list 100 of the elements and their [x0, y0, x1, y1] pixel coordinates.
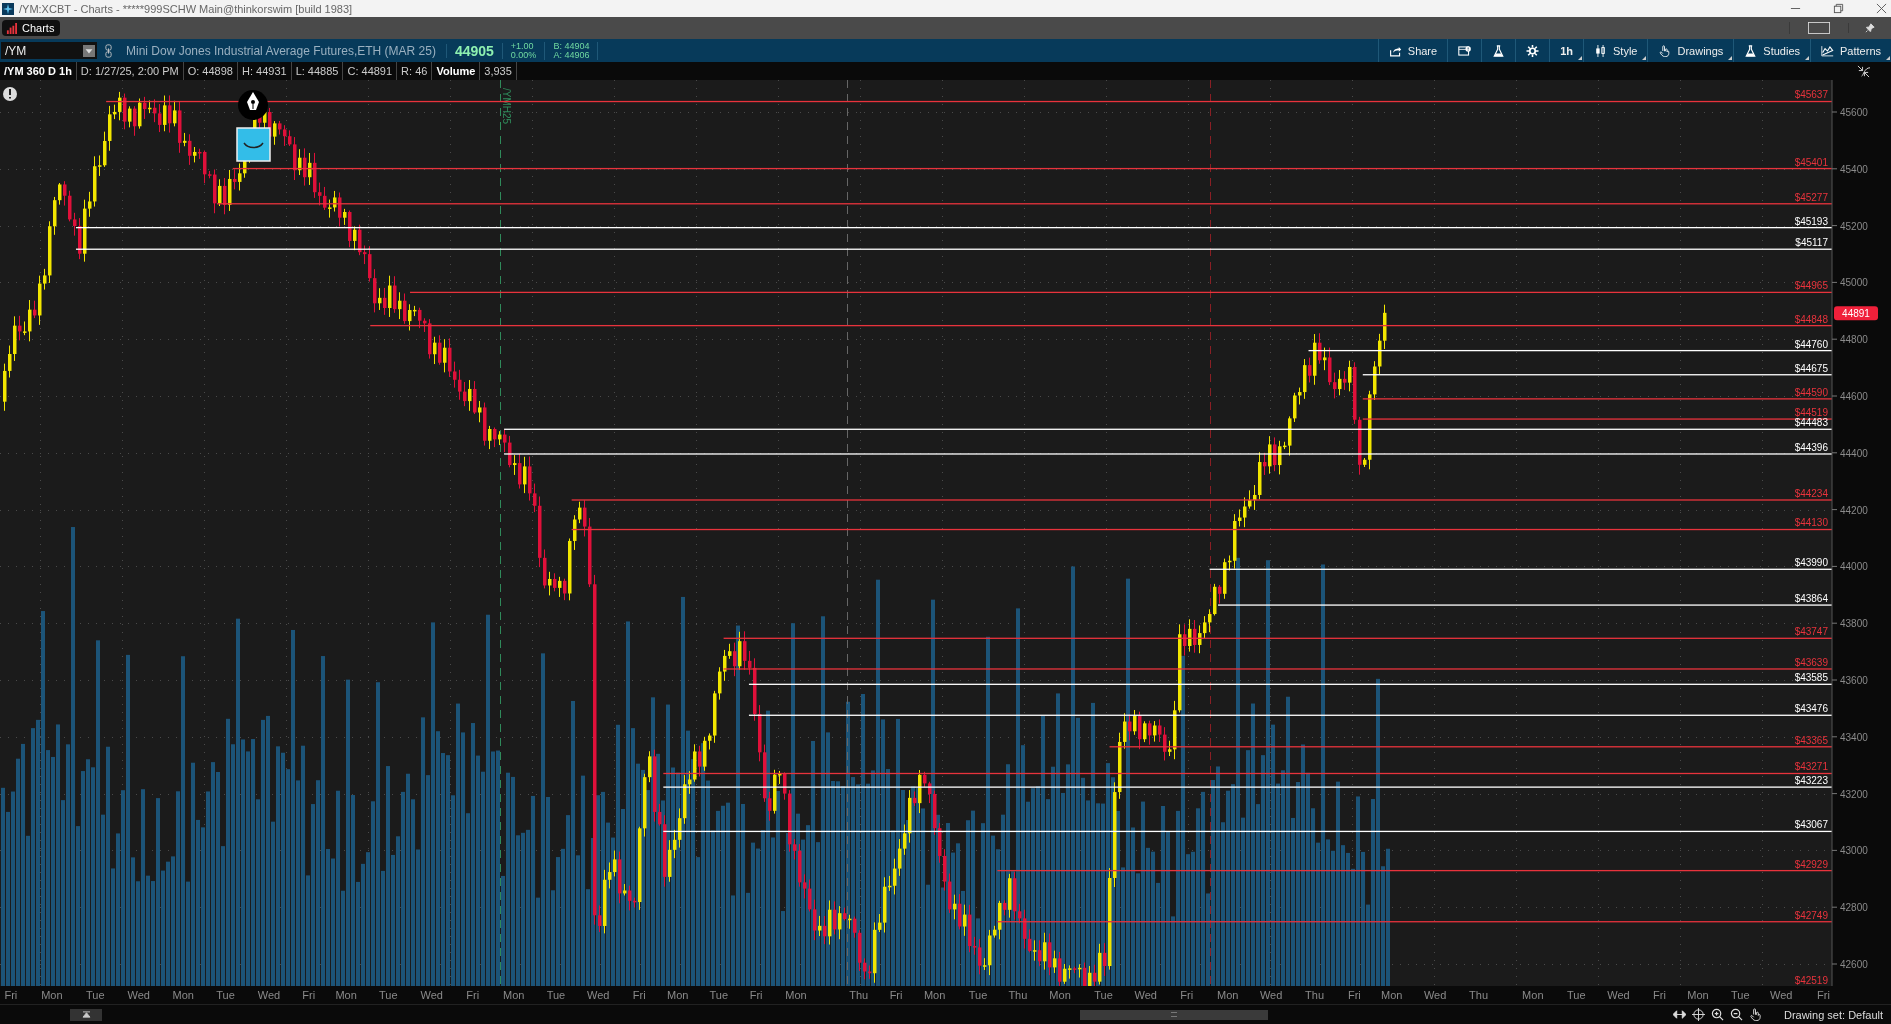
last-price: 44905 — [446, 42, 503, 59]
axis-tick-label: 42800 — [1840, 902, 1868, 914]
axis-date-label: Thu — [1008, 989, 1028, 1001]
price-level-label: $43365 — [1794, 734, 1828, 746]
alert-icon[interactable] — [3, 87, 17, 101]
price-level-label: $45193 — [1794, 215, 1828, 227]
corner-arrow-icon — [1728, 56, 1733, 60]
axis-date-label: Tue — [546, 989, 566, 1001]
axis-date-label: Fri — [749, 989, 763, 1001]
axis-date-label: Thu — [1305, 989, 1324, 1001]
price-level-label: $44234 — [1794, 487, 1828, 499]
price-level-label: $45637 — [1794, 89, 1828, 101]
price-level-label: $43067 — [1794, 819, 1828, 831]
axis-date-label: Fri — [302, 989, 316, 1001]
axis-date-label: Wed — [127, 989, 150, 1001]
bid-price: B: 44904 — [553, 41, 590, 51]
price-level-label: $44590 — [1794, 386, 1828, 398]
axis-date-label: Mon — [1381, 989, 1403, 1001]
price-level-label: $44675 — [1794, 362, 1828, 374]
zoom-out-icon[interactable] — [1729, 1008, 1743, 1021]
price-level-label: $44760 — [1794, 338, 1828, 350]
axis-date-label: Fri — [466, 989, 480, 1001]
corner-arrow-icon — [1886, 56, 1890, 60]
axis-date-label: Tue — [709, 989, 729, 1001]
axis-date-label: Mon — [1522, 989, 1544, 1001]
price-level-label: $43864 — [1794, 593, 1828, 604]
axis-date-label: Mon — [1217, 989, 1239, 1001]
zoom-in-icon[interactable] — [1710, 1008, 1724, 1021]
settings-icon — [1526, 44, 1540, 57]
price-level-label: $43639 — [1794, 656, 1828, 668]
price-level-label: $42929 — [1794, 858, 1828, 870]
price-level-label: $45117 — [1795, 237, 1828, 249]
restore-icon[interactable] — [1833, 3, 1844, 14]
price-level-label: $43585 — [1794, 672, 1828, 684]
axis-tick-label: 43800 — [1840, 618, 1868, 630]
price-level-label: $43747 — [1794, 626, 1828, 638]
price-level-label: $44519 — [1794, 407, 1828, 418]
last-price-badge: 44891 — [1834, 306, 1878, 321]
axis-date-label: Mon — [1049, 989, 1071, 1001]
scrollbar-thumb[interactable] — [1080, 1009, 1268, 1020]
horizontal-arrows-icon[interactable] — [1672, 1008, 1686, 1021]
axis-tick-label: 45400 — [1840, 163, 1868, 175]
hand-icon[interactable] — [1748, 1008, 1762, 1021]
price-level-label: $45277 — [1794, 191, 1828, 203]
axis-date-label: Mon — [172, 989, 194, 1001]
axis-date-label: Thu — [849, 989, 869, 1001]
axis-date-label: Fri — [889, 989, 903, 1001]
axis-date-label: Wed — [1423, 989, 1447, 1001]
price-level-label: $44848 — [1794, 313, 1828, 325]
axis-tick-label: 43400 — [1840, 731, 1868, 743]
link-icon[interactable] — [105, 43, 112, 58]
axis-date-label: Tue — [379, 989, 398, 1001]
price-level-label: $42519 — [1794, 975, 1828, 986]
pattern-chart-icon — [1821, 44, 1835, 57]
corner-arrow-icon — [1642, 56, 1647, 60]
axis-tick-label: 43000 — [1840, 845, 1868, 857]
crosshair-icon[interactable] — [1691, 1008, 1705, 1021]
collapse-arrows-icon[interactable] — [1856, 64, 1871, 78]
expand-panel-button[interactable] — [70, 1008, 102, 1021]
charts-tab[interactable]: Charts — [2, 20, 61, 36]
axis-date-label: Mon — [667, 989, 689, 1001]
axis-date-label: Tue — [1566, 989, 1586, 1001]
axis-date-label: Mon — [41, 989, 63, 1001]
price-level-label: $43223 — [1794, 775, 1828, 787]
axis-date-label: Mon — [923, 989, 946, 1001]
axis-date-label: Wed — [420, 989, 443, 1001]
axis-date-label: Tue — [1731, 989, 1750, 1001]
axis-tick-label: 44200 — [1840, 504, 1868, 516]
axis-date-label: Fri — [1180, 989, 1194, 1001]
axis-tick-label: 43600 — [1840, 675, 1868, 686]
axis-tick-label: 45000 — [1840, 277, 1868, 289]
bar-chart-icon — [6, 22, 17, 34]
smiley-face-icon[interactable] — [236, 127, 271, 162]
axis-date-label: Fri — [1817, 989, 1830, 1001]
symbol-description: Mini Dow Jones Industrial Average Futures,ETH (MAR 25) — [126, 43, 447, 58]
axis-date-label: Wed — [1259, 989, 1283, 1001]
axis-date-label: Fri — [1653, 989, 1666, 1001]
percent-change: 0.00% — [510, 50, 537, 60]
price-level-line[interactable] — [663, 830, 1832, 833]
dropdown-icon[interactable] — [83, 44, 95, 57]
price-level-line[interactable] — [76, 227, 1832, 229]
axis-date-label: Wed — [586, 989, 610, 1001]
axis-tick-label: 44000 — [1840, 561, 1868, 573]
axis-date-label: Tue — [86, 989, 105, 1001]
close-icon[interactable] — [1876, 3, 1887, 14]
axis-date-label: Mon — [503, 989, 525, 1001]
pen-nib-icon[interactable] — [238, 90, 268, 120]
axis-date-label: Thu — [1469, 989, 1489, 1001]
flask-icon — [1492, 44, 1506, 57]
axis-date-label: Fri — [632, 989, 646, 1001]
symbol-field[interactable]: /YM — [1, 42, 97, 59]
pointing-hand-icon — [1658, 44, 1672, 57]
corner-arrow-icon — [1805, 56, 1810, 60]
axis-tick-label: 44400 — [1840, 447, 1868, 459]
axis-date-label: Tue — [968, 989, 988, 1001]
axis-date-label: Mon — [785, 989, 807, 1001]
window-title: /YM:XCBT - Charts - *****999SCHW Main@thinkorswim [build 1983] — [19, 2, 353, 15]
price-level-line[interactable] — [1308, 349, 1832, 352]
drawing-set-label[interactable]: Drawing set: Default — [1783, 1008, 1883, 1021]
axis-tick-label: 44800 — [1840, 334, 1868, 346]
